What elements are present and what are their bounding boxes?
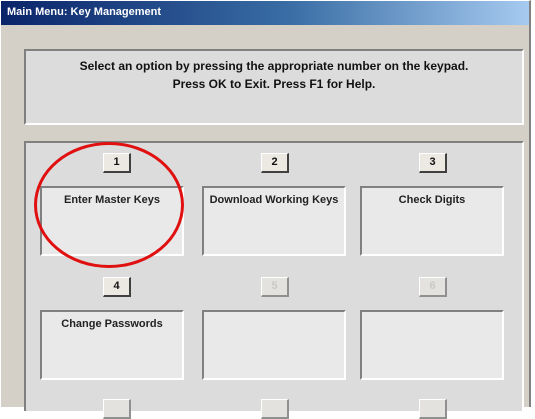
option-9-button <box>419 399 447 419</box>
instructions-line-1: Select an option by pressing the appropr… <box>79 59 469 73</box>
option-6-box <box>360 310 504 380</box>
option-3-box[interactable]: Check Digits <box>360 186 504 256</box>
option-1-box[interactable]: Enter Master Keys <box>40 186 184 256</box>
option-8-button <box>261 399 289 419</box>
option-4-button[interactable]: 4 <box>103 277 131 297</box>
option-2-button[interactable]: 2 <box>261 153 289 173</box>
window-title: Main Menu: Key Management <box>7 6 162 18</box>
instructions-box: Select an option by pressing the appropr… <box>24 49 524 125</box>
option-3-button[interactable]: 3 <box>419 153 447 173</box>
option-5-button: 5 <box>261 277 289 297</box>
option-7-button <box>103 399 131 419</box>
option-1-button[interactable]: 1 <box>103 153 131 173</box>
instructions-line-2: Press OK to Exit. Press F1 for Help. <box>172 77 376 91</box>
option-4-box[interactable]: Change Passwords <box>40 310 184 380</box>
option-2-box[interactable]: Download Working Keys <box>202 186 346 256</box>
option-5-box <box>202 310 346 380</box>
option-6-button: 6 <box>419 277 447 297</box>
title-bar[interactable]: Main Menu: Key Management <box>1 1 529 25</box>
